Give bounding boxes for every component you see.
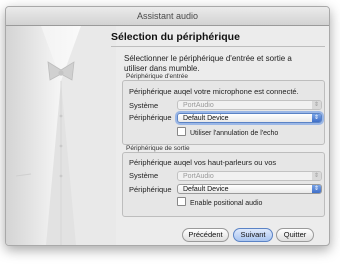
window-title: Assistant audio: [136, 11, 199, 21]
wizard-window: Assistant audio Sélection du périphériqu…: [5, 6, 330, 246]
input-system-value: PortAudio: [183, 102, 214, 109]
positional-audio-checkbox-row[interactable]: Enable positional audio: [177, 197, 262, 207]
input-group-label: Périphérique d'entrée: [126, 73, 188, 80]
output-group-label: Périphérique de sortie: [126, 145, 190, 152]
output-description: Périphérique auqel vos haut-parleurs ou …: [129, 158, 277, 167]
output-device-select[interactable]: Default Device ⇕: [177, 184, 322, 194]
output-system-value: PortAudio: [183, 173, 214, 180]
output-system-select: PortAudio ⇕: [177, 171, 322, 181]
input-description: Périphérique auqel votre microphone est …: [129, 87, 299, 96]
output-device-group: Périphérique auqel vos haut-parleurs ou …: [122, 152, 325, 217]
input-device-group: Périphérique auqel votre microphone est …: [122, 80, 325, 145]
echo-cancel-label: Utiliser l'annulation de l'echo: [190, 130, 279, 137]
tuxedo-illustration: [6, 26, 116, 245]
echo-cancel-checkbox[interactable]: [177, 127, 186, 136]
chevron-updown-icon: ⇕: [312, 172, 321, 180]
input-device-select[interactable]: Default Device ⇕: [177, 113, 322, 123]
input-system-label: Système: [129, 101, 159, 110]
input-system-select: PortAudio ⇕: [177, 100, 322, 110]
chevron-updown-icon: ⇕: [312, 185, 321, 193]
input-device-label: Périphérique: [129, 113, 172, 122]
page-title: Sélection du périphérique: [111, 31, 240, 43]
positional-audio-checkbox[interactable]: [177, 197, 186, 206]
window-titlebar[interactable]: Assistant audio: [6, 7, 329, 26]
intro-text: Sélectionner le périphérique d'entrée et…: [124, 54, 292, 73]
chevron-updown-icon: ⇕: [312, 114, 321, 122]
output-system-label: Système: [129, 171, 159, 180]
output-device-label: Périphérique: [129, 185, 172, 194]
previous-button[interactable]: Précédent: [182, 228, 229, 242]
output-device-value: Default Device: [183, 186, 229, 193]
chevron-updown-icon: ⇕: [312, 101, 321, 109]
quit-button[interactable]: Quitter: [276, 228, 314, 242]
next-button[interactable]: Suivant: [233, 228, 273, 242]
echo-cancel-checkbox-row[interactable]: Utiliser l'annulation de l'echo: [177, 127, 278, 137]
wizard-side-image: [6, 26, 116, 245]
title-divider: [111, 46, 325, 47]
positional-audio-label: Enable positional audio: [190, 200, 263, 207]
input-device-value: Default Device: [183, 115, 229, 122]
